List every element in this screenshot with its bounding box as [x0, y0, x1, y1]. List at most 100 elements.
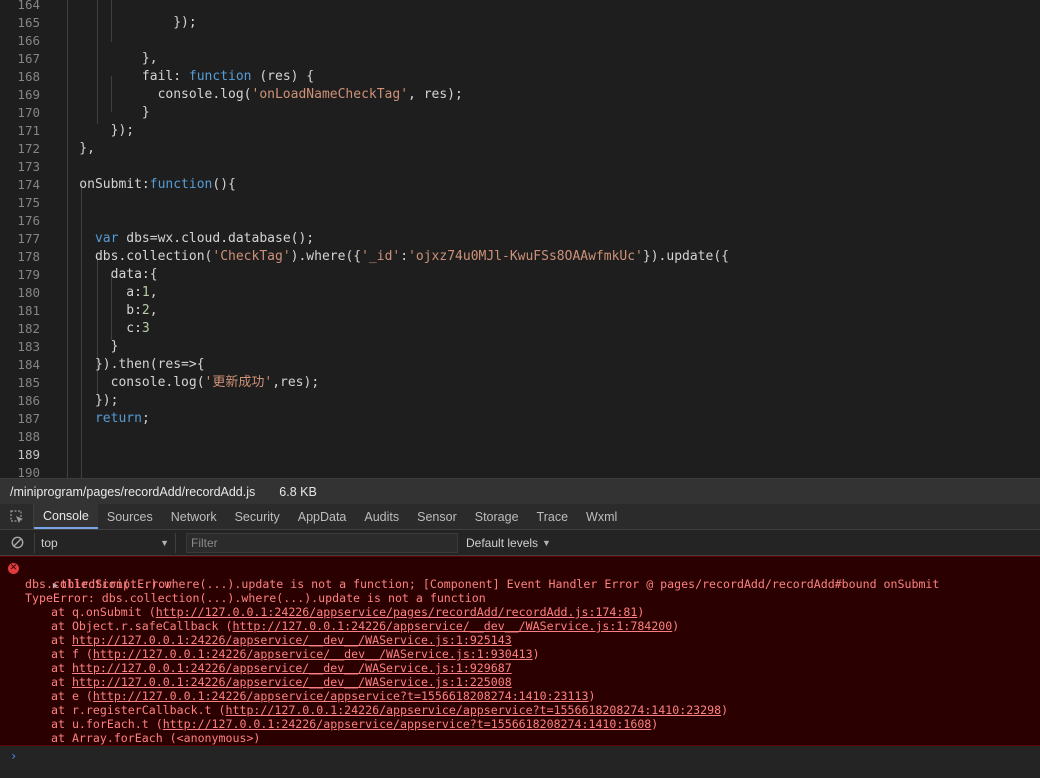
tab-wxml[interactable]: Wxml: [577, 504, 626, 529]
stack-frame: at u.forEach.t (http://127.0.0.1:24226/a…: [51, 717, 658, 731]
error-message: dbs.collection(...).where(...).update is…: [25, 577, 939, 591]
code-token: console.log(: [48, 87, 252, 102]
tab-sensor[interactable]: Sensor: [408, 504, 466, 529]
filter-input[interactable]: [186, 532, 458, 553]
code-line[interactable]: [48, 32, 1040, 50]
code-line[interactable]: }: [48, 104, 1040, 122]
line-number: 190: [17, 465, 40, 478]
stack-text: ): [532, 647, 540, 661]
stack-text: ): [672, 619, 680, 633]
stack-frame: at q.onSubmit (http://127.0.0.1:24226/ap…: [51, 605, 644, 619]
code-line[interactable]: }).then(res=>{: [48, 356, 1040, 374]
code-line[interactable]: console.log('更新成功',res);: [48, 374, 1040, 392]
source-link[interactable]: http://127.0.0.1:24226/appservice/__dev_…: [232, 619, 672, 633]
code-line[interactable]: data:{: [48, 266, 1040, 284]
code-token: }).update({: [642, 249, 729, 264]
code-token: (){: [212, 177, 236, 192]
clear-console-icon[interactable]: [0, 536, 34, 549]
tab-console[interactable]: Console: [34, 504, 98, 529]
code-line[interactable]: [48, 428, 1040, 446]
line-number: 169: [17, 87, 40, 102]
line-number: 182: [17, 321, 40, 336]
file-size: 6.8 KB: [279, 484, 317, 499]
log-levels-dropdown[interactable]: Default levels ▼: [466, 536, 551, 550]
code-line[interactable]: });: [48, 14, 1040, 32]
line-number: 165: [17, 15, 40, 30]
code-token: });: [48, 123, 135, 138]
line-number: 187: [17, 411, 40, 426]
tab-security[interactable]: Security: [226, 504, 289, 529]
line-number: 183: [17, 339, 40, 354]
stack-text: at q.onSubmit (: [51, 605, 156, 619]
code-token: '_id': [361, 249, 401, 264]
source-link[interactable]: http://127.0.0.1:24226/appservice/__dev_…: [72, 661, 512, 675]
code-line[interactable]: console.log('onLoadNameCheckTag', res);: [48, 86, 1040, 104]
source-link[interactable]: http://127.0.0.1:24226/appservice/pages/…: [156, 605, 638, 619]
stack-frame: at http://127.0.0.1:24226/appservice/__d…: [51, 633, 512, 647]
code-token: '更新成功': [204, 375, 273, 390]
stack-text: at Array.forEach (<anonymous>): [51, 731, 261, 745]
console-toolbar: top ▼ Default levels ▼: [0, 530, 1040, 556]
context-select[interactable]: top ▼: [34, 532, 176, 553]
tab-appdata[interactable]: AppData: [289, 504, 356, 529]
source-link[interactable]: http://127.0.0.1:24226/appservice/__dev_…: [72, 675, 512, 689]
code-line[interactable]: b:2,: [48, 302, 1040, 320]
source-link[interactable]: http://127.0.0.1:24226/appservice/__dev_…: [72, 633, 512, 647]
code-line[interactable]: dbs.collection('CheckTag').where({'_id':…: [48, 248, 1040, 266]
source-link[interactable]: http://127.0.0.1:24226/appservice/appser…: [226, 703, 722, 717]
prompt-caret-icon: ›: [10, 749, 18, 763]
code-line[interactable]: [48, 0, 1040, 14]
code-token: onSubmit:: [48, 177, 150, 192]
source-link[interactable]: http://127.0.0.1:24226/appservice/appser…: [163, 717, 652, 731]
tab-storage[interactable]: Storage: [466, 504, 528, 529]
tab-network[interactable]: Network: [162, 504, 226, 529]
code-token: function: [188, 69, 252, 84]
code-line[interactable]: a:1,: [48, 284, 1040, 302]
code-line[interactable]: [48, 158, 1040, 176]
code-line[interactable]: c:3: [48, 320, 1040, 338]
tab-trace[interactable]: Trace: [528, 504, 578, 529]
code-line[interactable]: [48, 212, 1040, 230]
line-number: 185: [17, 375, 40, 390]
code-line[interactable]: [48, 464, 1040, 478]
console-output[interactable]: ✕ ▶ thirdScriptError dbs.collection(...).…: [0, 556, 1040, 746]
code-token: dbs.collection(: [48, 249, 213, 264]
line-number: 172: [17, 141, 40, 156]
code-line[interactable]: },: [48, 50, 1040, 68]
inspect-element-icon[interactable]: [0, 504, 34, 529]
line-number: 174: [17, 177, 40, 192]
stack-text: at f (: [51, 647, 93, 661]
line-number: 186: [17, 393, 40, 408]
line-number: 184: [17, 357, 40, 372]
code-line[interactable]: return;: [48, 410, 1040, 428]
code-token: a:: [48, 285, 142, 300]
code-line[interactable]: });: [48, 392, 1040, 410]
code-line[interactable]: fail: function (res) {: [48, 68, 1040, 86]
tab-sources[interactable]: Sources: [98, 504, 162, 529]
code-token: ,: [149, 285, 158, 300]
stack-text: TypeError: dbs.collection(...).where(...…: [25, 591, 486, 605]
code-line[interactable]: }: [48, 338, 1040, 356]
stack-text: at: [51, 661, 72, 675]
code-token: },: [48, 141, 95, 156]
tab-audits[interactable]: Audits: [355, 504, 408, 529]
code-line[interactable]: onSubmit:function(){: [48, 176, 1040, 194]
error-title-row[interactable]: ▶ thirdScriptError: [25, 563, 172, 591]
chevron-down-icon: ▼: [542, 537, 551, 548]
code-line[interactable]: });: [48, 122, 1040, 140]
code-token: dbs=wx.cloud.database();: [118, 231, 315, 246]
stack-text: at: [51, 675, 72, 689]
stack-text: ): [651, 717, 659, 731]
source-link[interactable]: http://127.0.0.1:24226/appservice/appser…: [93, 689, 589, 703]
console-prompt[interactable]: ›: [0, 746, 1040, 778]
code-line[interactable]: var dbs=wx.cloud.database();: [48, 230, 1040, 248]
code-editor[interactable]: 164 165 }); 166 167 }, 168 fail: function (r…: [0, 0, 1040, 478]
code-token: 'ojxz74u0MJl-KwuFSs8OAAwfmkUc': [408, 249, 643, 264]
stack-text: at e (: [51, 689, 93, 703]
code-line[interactable]: [48, 446, 1040, 464]
code-line[interactable]: },: [48, 140, 1040, 158]
source-link[interactable]: http://127.0.0.1:24226/appservice/__dev_…: [93, 647, 533, 661]
stack-text: ): [721, 703, 729, 717]
code-line[interactable]: [48, 194, 1040, 212]
